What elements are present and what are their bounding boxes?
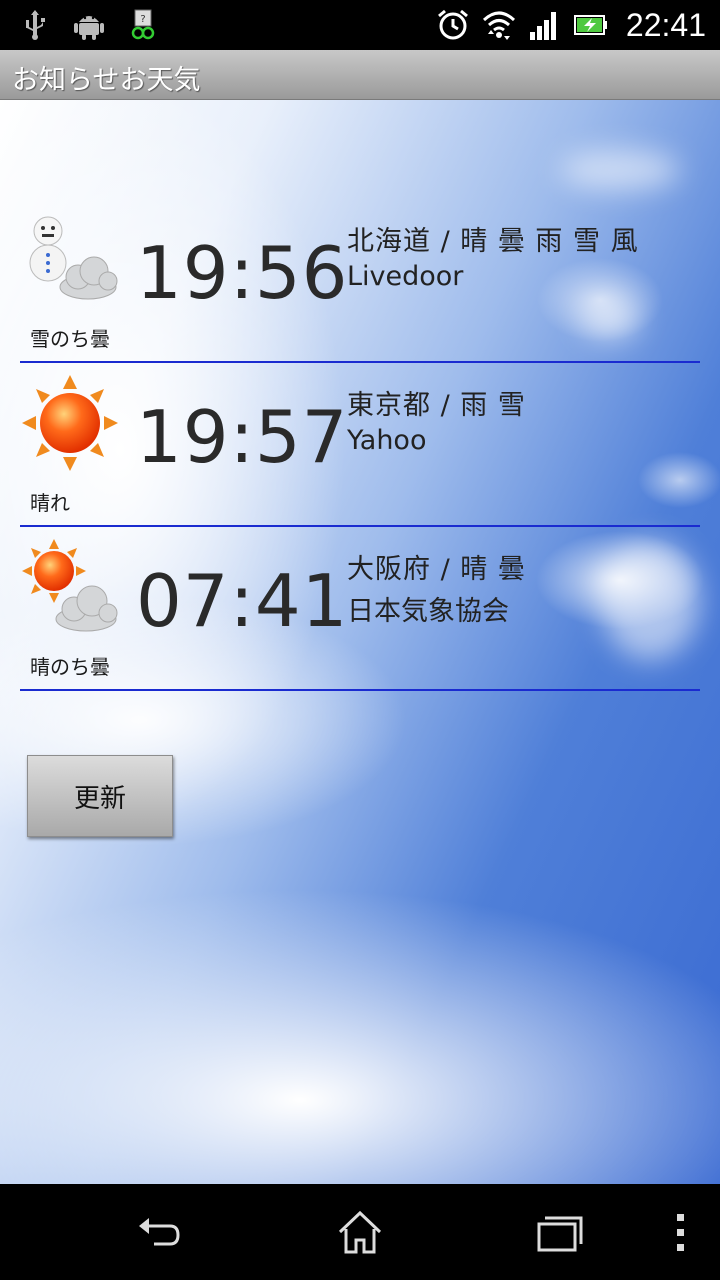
notification-app-icon: ? bbox=[131, 9, 155, 40]
battery-charging-icon bbox=[573, 15, 607, 35]
signal-icon bbox=[529, 12, 556, 40]
forecast-source: Livedoor bbox=[347, 261, 464, 292]
condition-label: 晴のち曇 bbox=[30, 655, 110, 679]
forecast-list: 雪のち曇 19:56 北海道 / 晴 曇 雨 雪 風 Livedoor 晴れ 1… bbox=[0, 100, 720, 1184]
forecast-row[interactable]: 雪のち曇 19:56 北海道 / 晴 曇 雨 雪 風 Livedoor bbox=[20, 199, 700, 363]
app-title-bar: お知らせお天気 bbox=[0, 50, 720, 100]
sun-cloud-icon bbox=[22, 539, 118, 632]
back-icon[interactable] bbox=[134, 1208, 184, 1258]
snowman-cloud-icon bbox=[29, 216, 118, 300]
android-debug-icon bbox=[74, 16, 104, 40]
forecast-source: 日本気象協会 bbox=[347, 596, 509, 627]
app-title: お知らせお天気 bbox=[12, 65, 201, 96]
update-button[interactable]: 更新 bbox=[27, 755, 173, 837]
forecast-time: 19:56 bbox=[136, 231, 349, 315]
svg-text:?: ? bbox=[140, 14, 145, 25]
status-time: 22:41 bbox=[625, 6, 706, 43]
sun-icon bbox=[22, 375, 118, 471]
home-icon[interactable] bbox=[335, 1208, 385, 1258]
forecast-time: 07:41 bbox=[136, 559, 349, 643]
status-bar: ? 22:41 bbox=[0, 0, 720, 50]
forecast-row[interactable]: 晴れ 19:57 東京都 / 雨 雪 Yahoo bbox=[20, 363, 700, 527]
forecast-area: 北海道 / 晴 曇 雨 雪 風 bbox=[347, 226, 639, 257]
sky-cloud bbox=[560, 150, 680, 190]
wifi-icon bbox=[482, 11, 515, 40]
navigation-bar bbox=[0, 1184, 720, 1280]
alarm-icon bbox=[437, 9, 468, 40]
forecast-area: 大阪府 / 晴 曇 bbox=[347, 554, 526, 585]
forecast-source: Yahoo bbox=[347, 425, 427, 456]
condition-label: 晴れ bbox=[30, 491, 70, 515]
forecast-area: 東京都 / 雨 雪 bbox=[347, 390, 526, 421]
menu-icon[interactable] bbox=[656, 1208, 706, 1258]
forecast-row[interactable]: 晴のち曇 07:41 大阪府 / 晴 曇 日本気象協会 bbox=[20, 527, 700, 691]
usb-icon bbox=[26, 10, 45, 40]
forecast-time: 19:57 bbox=[136, 395, 349, 479]
condition-label: 雪のち曇 bbox=[30, 327, 110, 351]
recent-apps-icon[interactable] bbox=[535, 1208, 585, 1258]
